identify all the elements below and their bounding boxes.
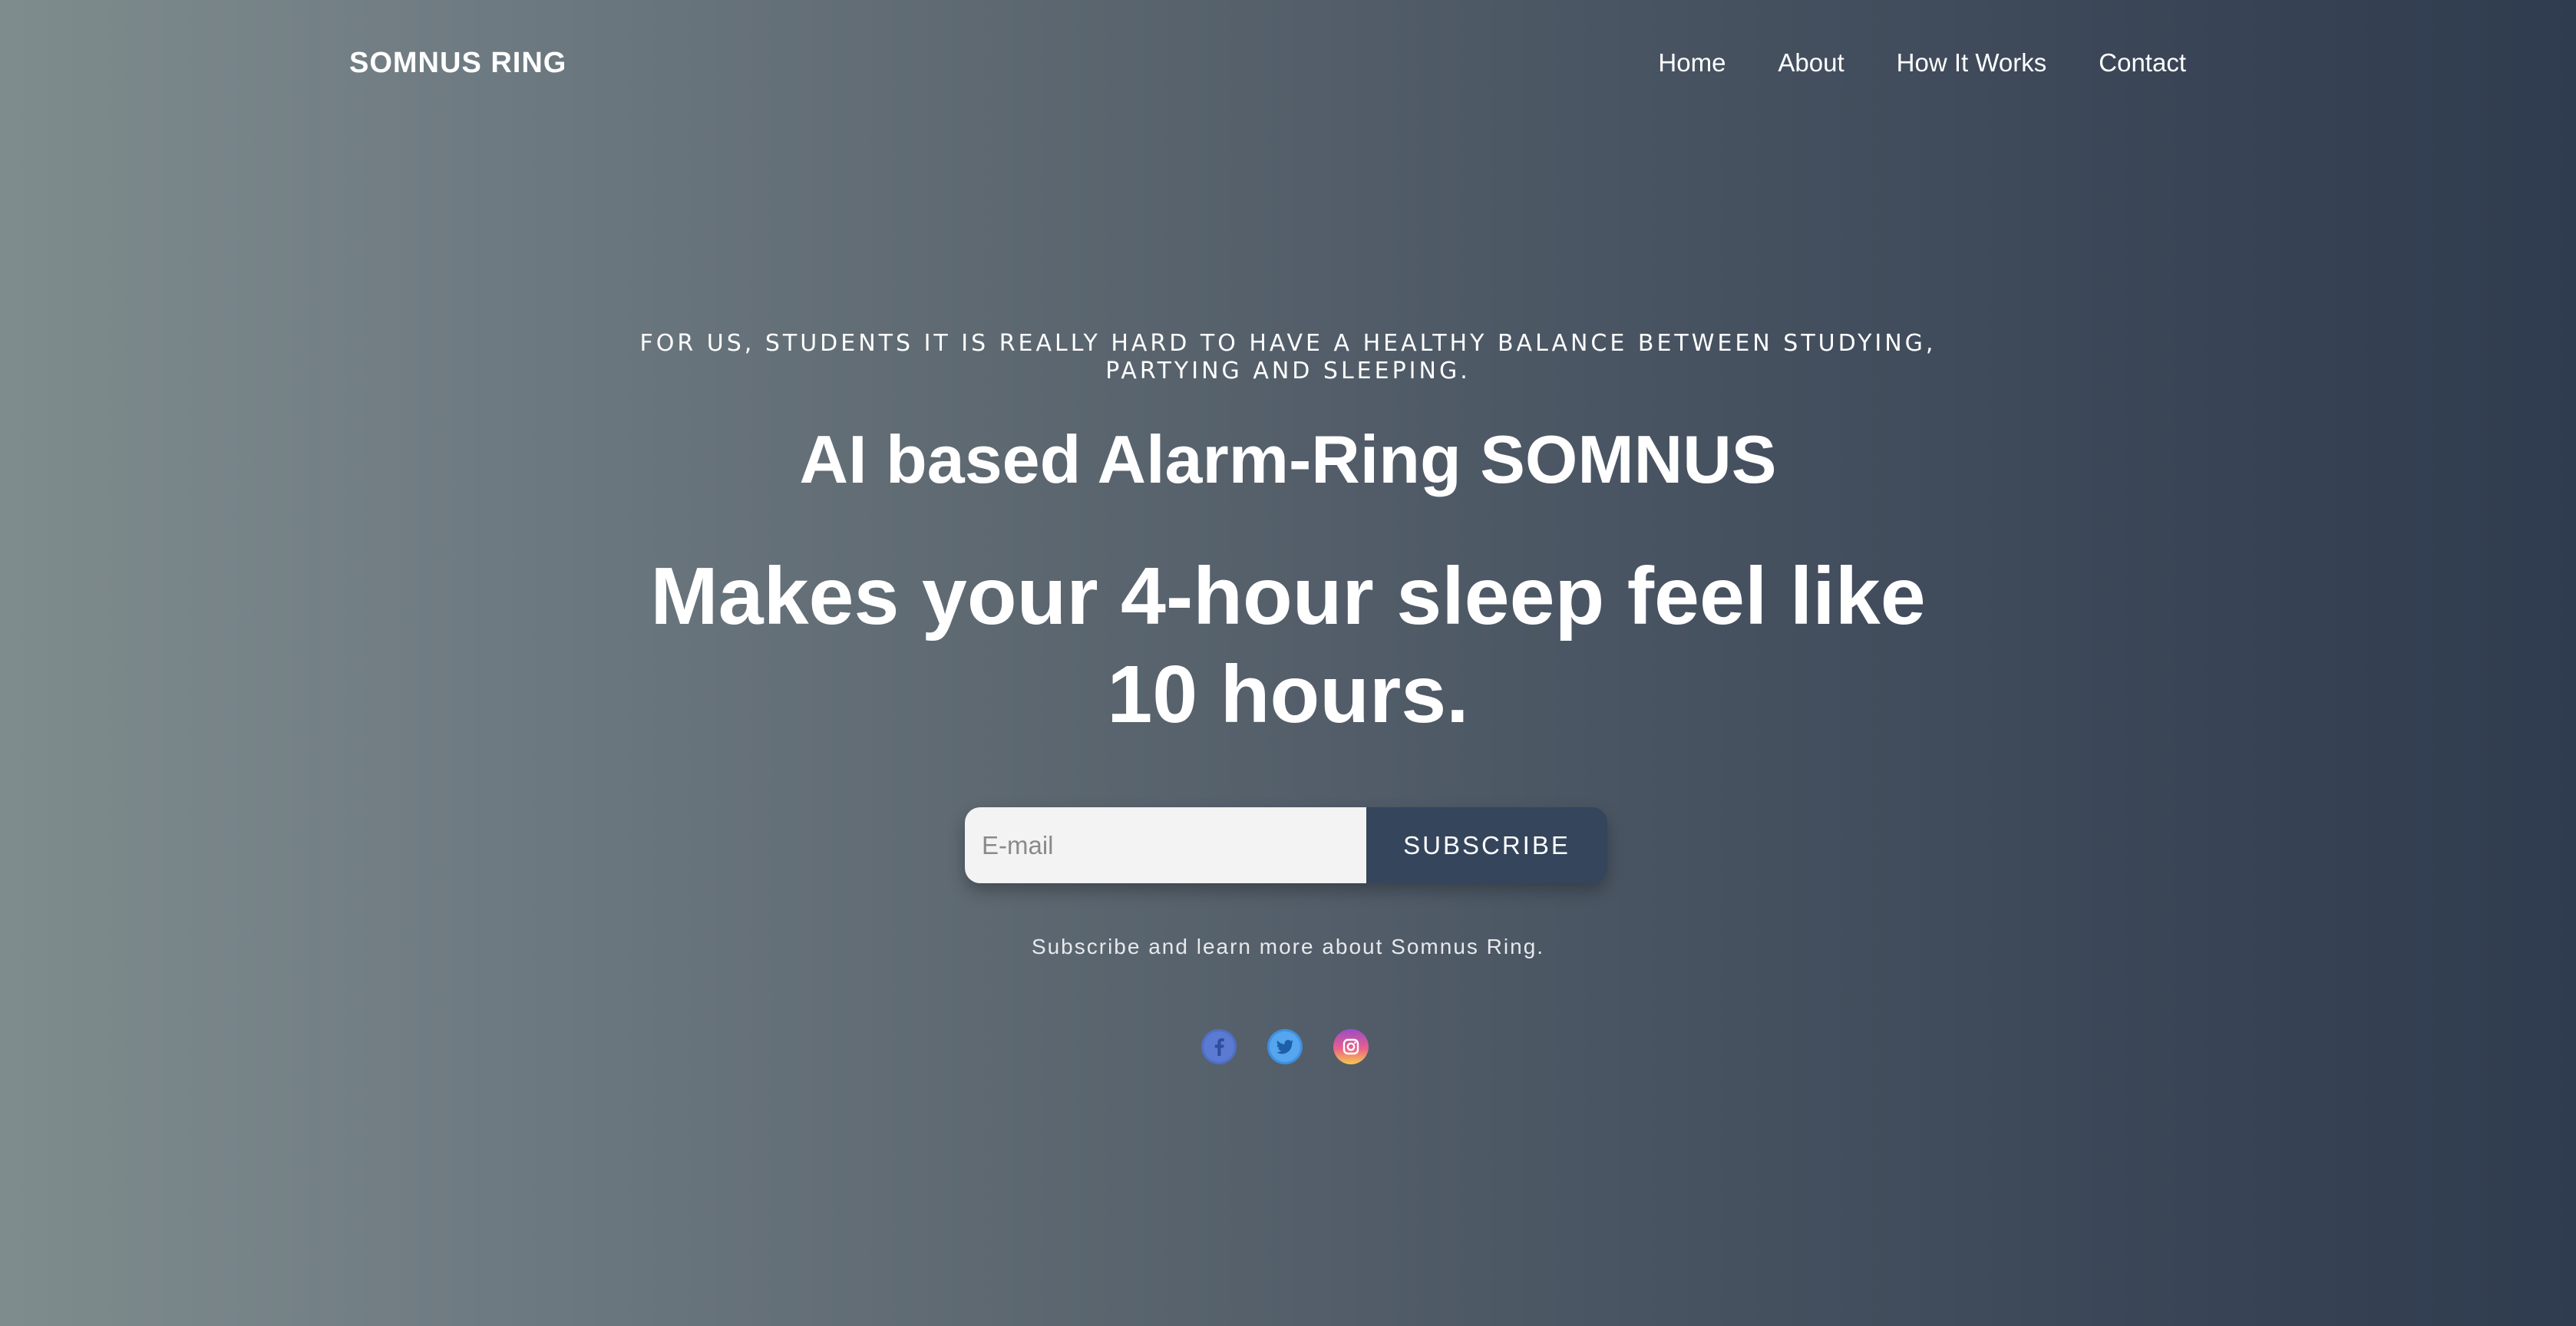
hero-headline: AI based Alarm-Ring SOMNUS xyxy=(799,421,1777,497)
subscribe-form: SUBSCRIBE xyxy=(965,807,1607,883)
brand-logo[interactable]: SOMNUS RING xyxy=(349,43,566,83)
nav-contact[interactable]: Contact xyxy=(2099,43,2186,83)
email-input[interactable] xyxy=(965,807,1366,883)
hero-tagline: FOR US, STUDENTS IT IS REALLY HARD TO HA… xyxy=(639,330,1937,384)
subscribe-button[interactable]: SUBSCRIBE xyxy=(1366,807,1607,883)
hero-subheadline: Makes your 4-hour sleep feel like 10 hou… xyxy=(650,550,1926,740)
nav-how-it-works[interactable]: How It Works xyxy=(1897,43,2047,83)
social-links xyxy=(1200,1028,1369,1065)
subscribe-note: Subscribe and learn more about Somnus Ri… xyxy=(1031,935,1545,958)
instagram-icon[interactable] xyxy=(1333,1028,1369,1065)
top-navigation: SOMNUS RING Home About How It Works Cont… xyxy=(0,0,2576,127)
nav-about[interactable]: About xyxy=(1778,43,1844,83)
hero-section: FOR US, STUDENTS IT IS REALLY HARD TO HA… xyxy=(0,330,2576,744)
nav-home[interactable]: Home xyxy=(1658,43,1726,83)
facebook-icon[interactable] xyxy=(1200,1028,1237,1065)
nav-links: Home About How It Works Contact xyxy=(1658,43,2186,83)
twitter-icon[interactable] xyxy=(1267,1028,1303,1065)
